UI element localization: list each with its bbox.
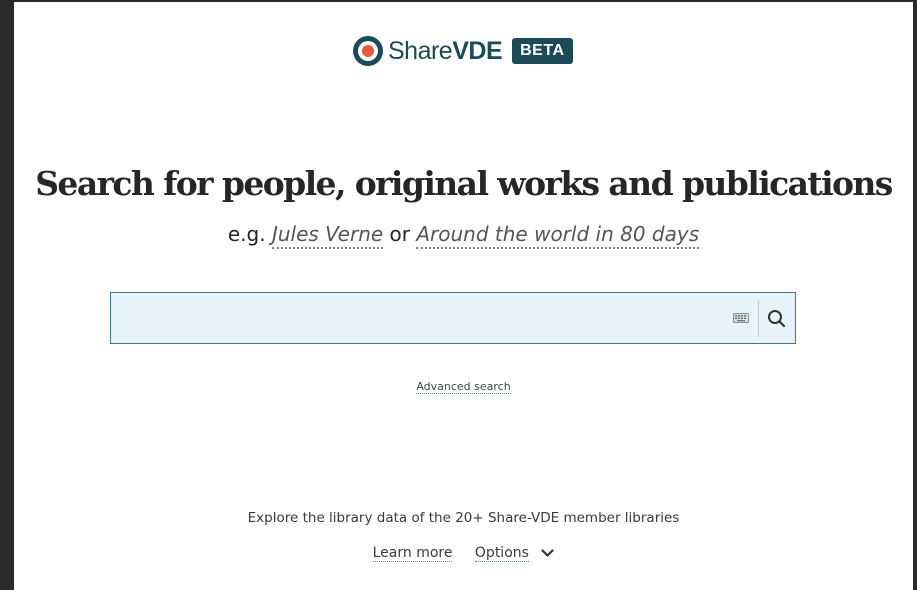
search-examples: e.g. Jules Verne or Around the world in … bbox=[14, 222, 913, 249]
example-prefix: e.g. bbox=[227, 222, 266, 246]
logo-word-vde: VDE bbox=[452, 36, 503, 65]
options-toggle[interactable]: Options bbox=[474, 545, 554, 562]
search-button[interactable] bbox=[763, 303, 791, 335]
page: Share VDE BETA Search for people, origina… bbox=[14, 2, 913, 590]
options-link[interactable]: Options bbox=[474, 545, 529, 562]
example-joiner: or bbox=[389, 222, 410, 246]
search-divider bbox=[758, 301, 759, 337]
example-link-around-the-world[interactable]: Around the world in 80 days bbox=[416, 222, 700, 249]
advanced-search-link[interactable]: Advanced search bbox=[416, 380, 511, 394]
beta-badge: BETA bbox=[512, 38, 573, 64]
search-input[interactable] bbox=[111, 293, 721, 343]
example-link-jules-verne[interactable]: Jules Verne bbox=[271, 222, 384, 249]
sharevde-logo[interactable]: Share VDE BETA bbox=[353, 34, 573, 68]
search-box bbox=[110, 292, 796, 344]
learn-more-link[interactable]: Learn more bbox=[372, 545, 453, 562]
page-title: Search for people, original works and pu… bbox=[35, 164, 893, 203]
footer-links: Learn more Options bbox=[14, 545, 913, 562]
keyboard-icon[interactable] bbox=[733, 313, 749, 323]
advanced-search-row: Advanced search bbox=[14, 375, 913, 394]
logo-wordmark: Share VDE bbox=[388, 36, 503, 66]
logo-mark-icon bbox=[353, 36, 383, 66]
chevron-down-icon bbox=[541, 548, 554, 557]
logo-word-share: Share bbox=[388, 36, 453, 65]
explore-text: Explore the library data of the 20+ Shar… bbox=[247, 510, 680, 526]
search-icon bbox=[768, 310, 786, 328]
